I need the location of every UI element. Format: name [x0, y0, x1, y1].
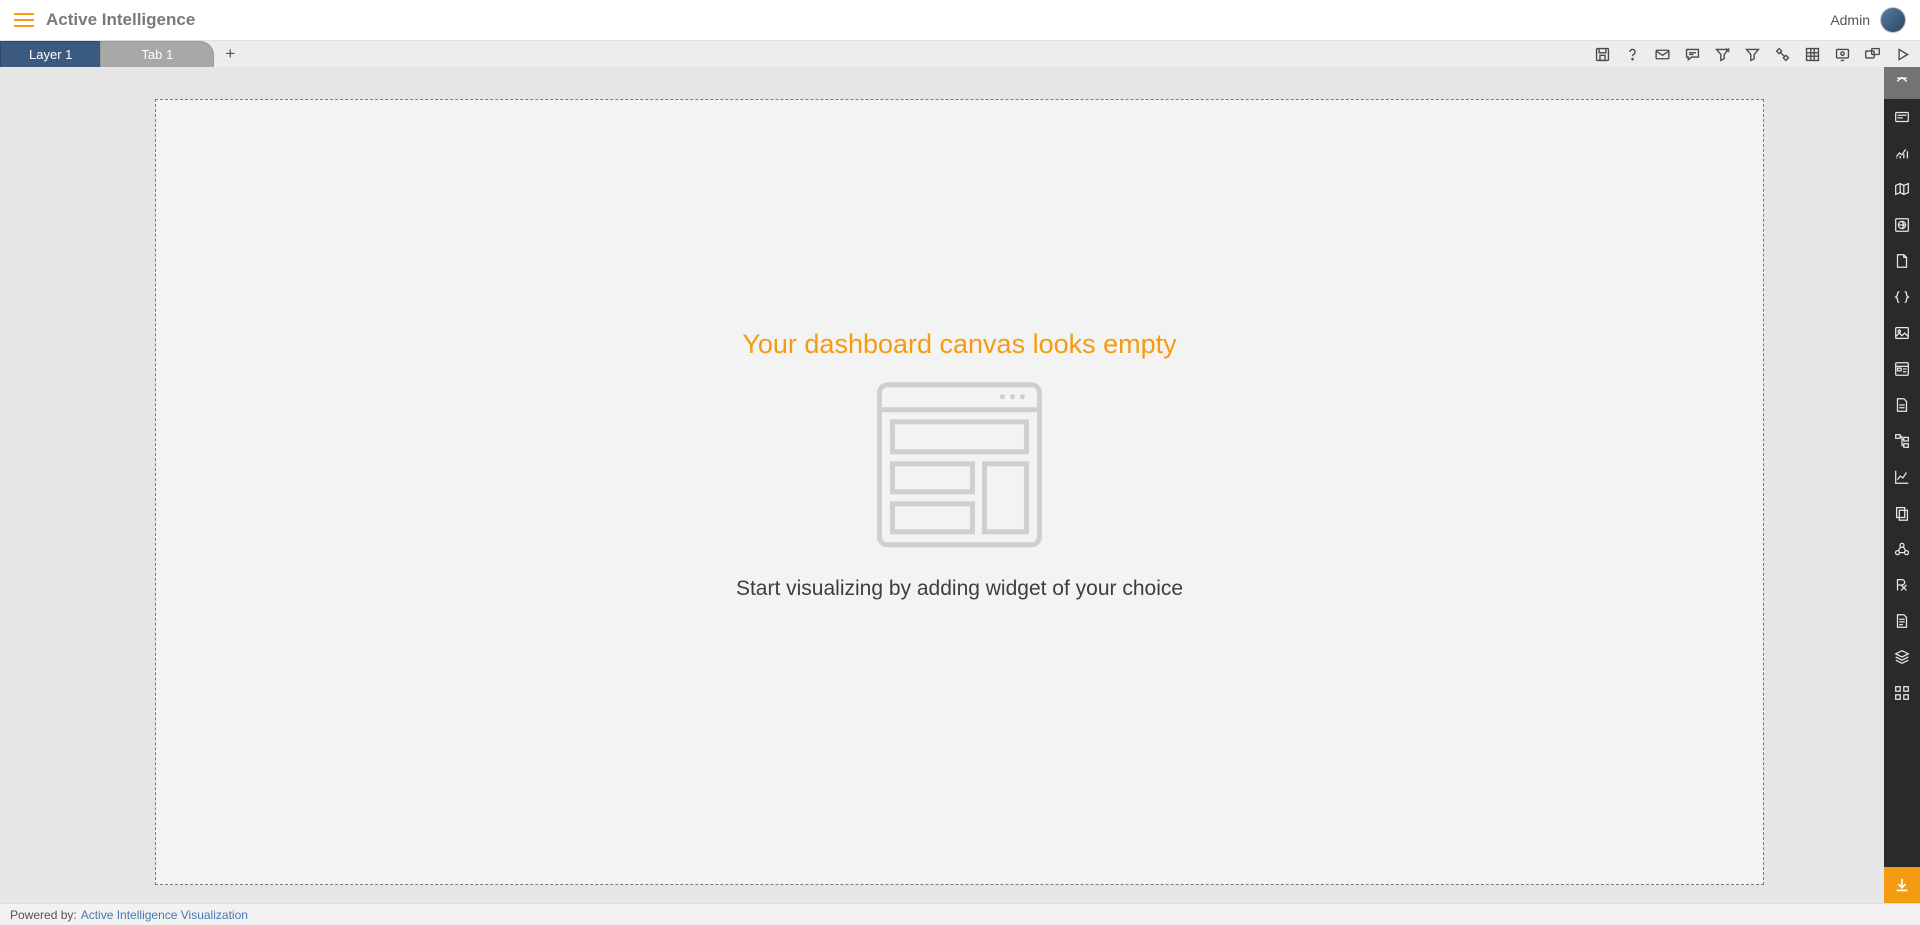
- dashboard-placeholder-icon: [875, 380, 1045, 555]
- map-icon[interactable]: [1884, 171, 1920, 207]
- avatar[interactable]: [1880, 7, 1906, 33]
- image-icon[interactable]: [1884, 315, 1920, 351]
- help-icon[interactable]: [1622, 44, 1642, 64]
- save-icon[interactable]: [1592, 44, 1612, 64]
- empty-state: Your dashboard canvas looks empty Start …: [736, 329, 1183, 601]
- user-name[interactable]: Admin: [1830, 12, 1870, 28]
- subheader: Layer 1 Tab 1 +: [0, 40, 1920, 67]
- globe-widget-icon[interactable]: [1884, 207, 1920, 243]
- footer-link[interactable]: Active Intelligence Visualization: [81, 908, 248, 922]
- empty-state-title: Your dashboard canvas looks empty: [736, 329, 1183, 360]
- app-title: Active Intelligence: [46, 10, 195, 30]
- grid-icon[interactable]: [1802, 44, 1822, 64]
- add-tab-button[interactable]: +: [214, 41, 246, 67]
- file-icon[interactable]: [1884, 387, 1920, 423]
- mail-icon[interactable]: [1652, 44, 1672, 64]
- components-icon[interactable]: [1884, 675, 1920, 711]
- filter-icon[interactable]: [1742, 44, 1762, 64]
- card-icon[interactable]: [1884, 99, 1920, 135]
- play-icon[interactable]: [1892, 44, 1912, 64]
- trend-icon[interactable]: [1884, 459, 1920, 495]
- screens-icon[interactable]: [1862, 44, 1882, 64]
- download-button[interactable]: [1884, 867, 1920, 903]
- toolbar: [1592, 41, 1920, 67]
- footer-prefix: Powered by:: [10, 908, 77, 922]
- widget-palette: [1884, 67, 1920, 903]
- cluster-icon[interactable]: [1884, 531, 1920, 567]
- layers-icon[interactable]: [1884, 639, 1920, 675]
- rx-icon[interactable]: [1884, 567, 1920, 603]
- tab-label: Tab 1: [141, 47, 173, 62]
- tree-icon[interactable]: [1884, 423, 1920, 459]
- doc-icon[interactable]: [1884, 603, 1920, 639]
- workspace: Your dashboard canvas looks empty Start …: [0, 67, 1884, 903]
- clear-filter-icon[interactable]: [1712, 44, 1732, 64]
- tab-layer-1[interactable]: Layer 1: [0, 41, 101, 67]
- app-header: Active Intelligence Admin: [0, 0, 1920, 40]
- copy-icon[interactable]: [1884, 495, 1920, 531]
- empty-state-subtitle: Start visualizing by adding widget of yo…: [736, 577, 1183, 601]
- palette-collapse-button[interactable]: [1884, 67, 1920, 99]
- dashboard-canvas[interactable]: Your dashboard canvas looks empty Start …: [155, 99, 1764, 885]
- form-icon[interactable]: [1884, 351, 1920, 387]
- tab-tab-1[interactable]: Tab 1: [100, 41, 214, 67]
- footer: Powered by: Active Intelligence Visualiz…: [0, 903, 1920, 925]
- presentation-icon[interactable]: [1832, 44, 1852, 64]
- menu-hamburger-icon[interactable]: [14, 13, 34, 27]
- comment-icon[interactable]: [1682, 44, 1702, 64]
- tab-label: Layer 1: [29, 47, 72, 62]
- page-icon[interactable]: [1884, 243, 1920, 279]
- tools-icon[interactable]: [1772, 44, 1792, 64]
- braces-icon[interactable]: [1884, 279, 1920, 315]
- tabs: Layer 1 Tab 1 +: [0, 41, 246, 67]
- chart-icon[interactable]: [1884, 135, 1920, 171]
